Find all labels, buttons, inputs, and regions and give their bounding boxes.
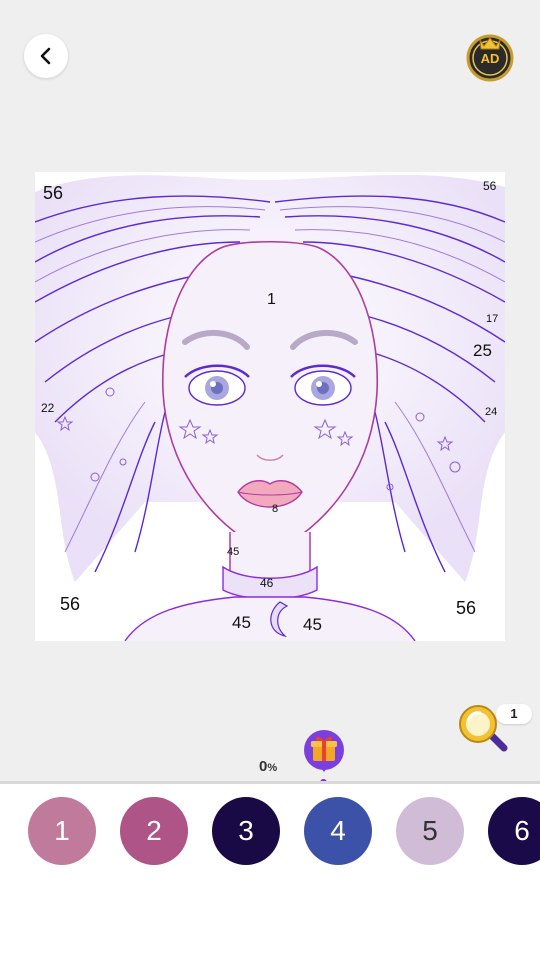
region-number: 56 (60, 594, 80, 614)
ad-reward-button[interactable]: AD (464, 30, 516, 82)
region-number: 45 (303, 615, 322, 634)
color-swatch-1[interactable]: 1 (28, 797, 96, 865)
color-swatch-5[interactable]: 5 (396, 797, 464, 865)
coloring-canvas[interactable]: 56 56 1 17 25 22 24 8 45 46 45 45 56 56 (35, 172, 505, 641)
swatch-label: 6 (514, 815, 530, 846)
gift-icon (304, 730, 344, 772)
region-number: 17 (486, 313, 498, 325)
back-button[interactable] (24, 34, 68, 78)
hint-count-badge: 1 (496, 704, 532, 724)
gift-reward-button[interactable] (303, 730, 345, 774)
ad-crown-icon: AD (466, 34, 514, 82)
region-number: 8 (272, 503, 278, 515)
region-number: 1 (267, 291, 276, 308)
color-palette: 1 2 3 4 5 6 (0, 784, 540, 960)
region-number: 56 (456, 598, 476, 618)
swatch-label: 5 (422, 815, 438, 846)
ad-label: AD (481, 51, 500, 66)
region-number: 45 (232, 613, 251, 632)
swatch-label: 1 (54, 815, 70, 846)
region-number: 22 (41, 401, 55, 415)
color-swatch-6[interactable]: 6 (488, 797, 540, 865)
swatch-label: 3 (238, 815, 254, 846)
color-swatch-2[interactable]: 2 (120, 797, 188, 865)
progress-percentage: 0% (259, 758, 277, 775)
progress-unit: % (267, 762, 278, 774)
swatch-label: 4 (330, 815, 346, 846)
region-number: 25 (473, 341, 492, 360)
color-swatch-3[interactable]: 3 (212, 797, 280, 865)
region-number: 45 (227, 546, 239, 558)
region-number: 24 (485, 406, 497, 418)
swatch-label: 2 (146, 815, 162, 846)
chevron-left-icon (40, 47, 51, 65)
region-number: 46 (260, 576, 274, 590)
color-swatch-4[interactable]: 4 (304, 797, 372, 865)
region-number: 56 (483, 179, 497, 193)
region-number: 56 (43, 183, 63, 203)
